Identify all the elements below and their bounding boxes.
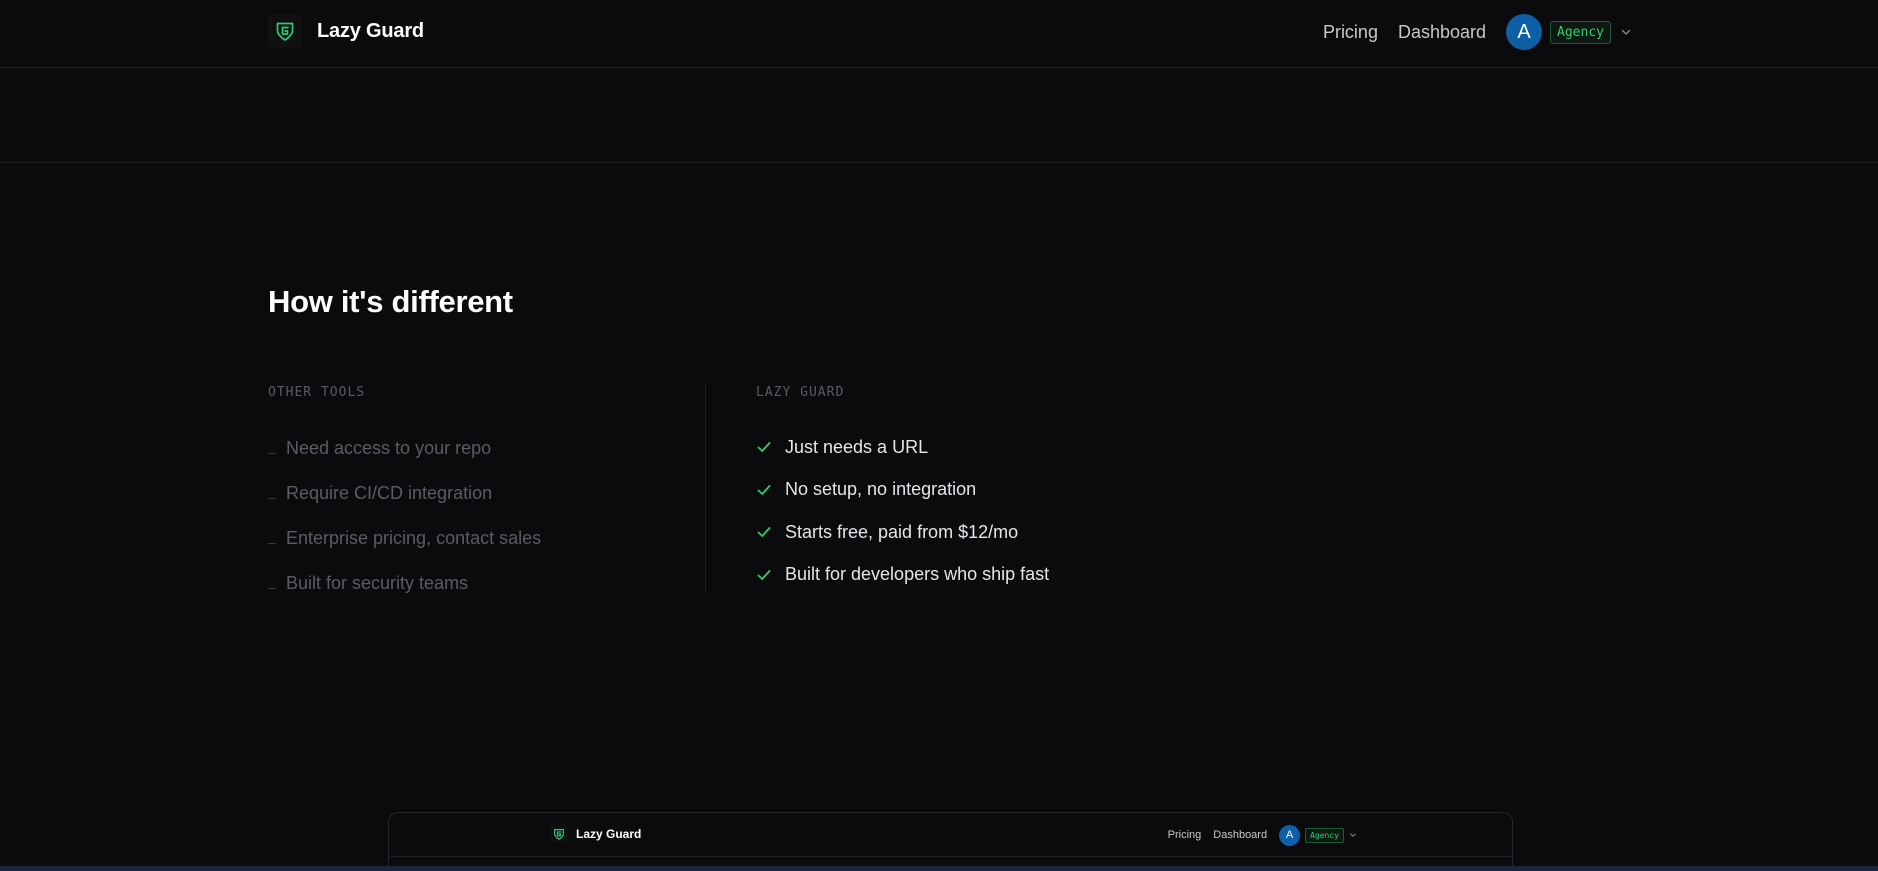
preview-dashboard-link: Dashboard [1213,829,1268,841]
chevron-down-icon [1619,25,1633,39]
shield-g-icon [549,824,568,843]
check-icon [756,567,785,583]
site-header: Lazy Guard Pricing Dashboard A Agency [0,0,1878,68]
list-item-text: No setup, no integration [785,479,977,500]
preview-user-menu: A Agency [1279,824,1357,846]
preview-header: Lazy Guard Pricing Dashboard A Agency [389,813,1512,857]
list-item-text: Require CI/CD integration [286,483,493,503]
list-item: – Require CI/CD integration [268,471,698,516]
brand-name: Lazy Guard [317,19,424,42]
list-item: – Need access to your repo [268,426,698,471]
product-preview-frame: Lazy Guard Pricing Dashboard A Agency [388,812,1513,871]
list-item-text: Need access to your repo [286,438,492,458]
check-icon [756,524,785,540]
lazy-guard-column: LAZY GUARD Just needs a URL No setup, no… [756,385,1256,596]
avatar: A [1506,14,1543,50]
lazy-guard-list: Just needs a URL No setup, no integratio… [756,426,1256,596]
dash-icon: – [268,443,276,460]
list-item: – Built for security teams [268,561,698,606]
list-item: Just needs a URL [756,426,1256,469]
preview-plan-badge: Agency [1305,827,1344,843]
shield-g-icon [268,14,302,48]
plan-badge: Agency [1550,20,1611,44]
list-item-text: Enterprise pricing, contact sales [286,528,542,548]
dash-icon: – [268,533,276,550]
brand-link[interactable]: Lazy Guard [268,14,424,48]
viewport-bottom-edge [0,866,1878,871]
dash-icon: – [268,578,276,595]
user-menu-button[interactable]: A Agency [1506,14,1633,50]
other-tools-label: OTHER TOOLS [268,385,366,400]
list-item-text: Built for security teams [286,573,469,593]
check-icon [756,482,785,498]
other-tools-list: – Need access to your repo – Require CI/CD… [268,426,698,606]
list-item: – Enterprise pricing, contact sales [268,516,698,561]
list-item: Built for developers who ship fast [756,554,1256,597]
list-item-text: Just needs a URL [785,436,929,457]
list-item: Starts free, paid from $12/mo [756,511,1256,554]
list-item-text: Starts free, paid from $12/mo [785,521,1019,542]
preview-brand-name: Lazy Guard [576,826,642,841]
dash-icon: – [268,488,276,505]
chevron-down-icon [1349,826,1357,844]
nav-pricing-link[interactable]: Pricing [1323,22,1378,43]
top-nav: Pricing Dashboard A Agency [1323,14,1633,50]
column-divider [705,384,706,592]
list-item: No setup, no integration [756,469,1256,512]
other-tools-column: OTHER TOOLS – Need access to your repo – R… [268,385,698,606]
preview-brand: Lazy Guard [549,824,641,843]
lazy-guard-label: LAZY GUARD [756,385,845,400]
preview-avatar: A [1279,824,1301,846]
nav-dashboard-link[interactable]: Dashboard [1398,22,1486,43]
check-icon [756,439,785,455]
section-title: How it's different [268,284,513,319]
preview-nav: Pricing Dashboard A Agency [1168,824,1357,846]
preview-pricing-link: Pricing [1167,829,1202,841]
landing-page: Lazy Guard Pricing Dashboard A Agency Ho… [0,0,1878,871]
section-divider [0,162,1878,163]
list-item-text: Built for developers who ship fast [785,564,1050,585]
